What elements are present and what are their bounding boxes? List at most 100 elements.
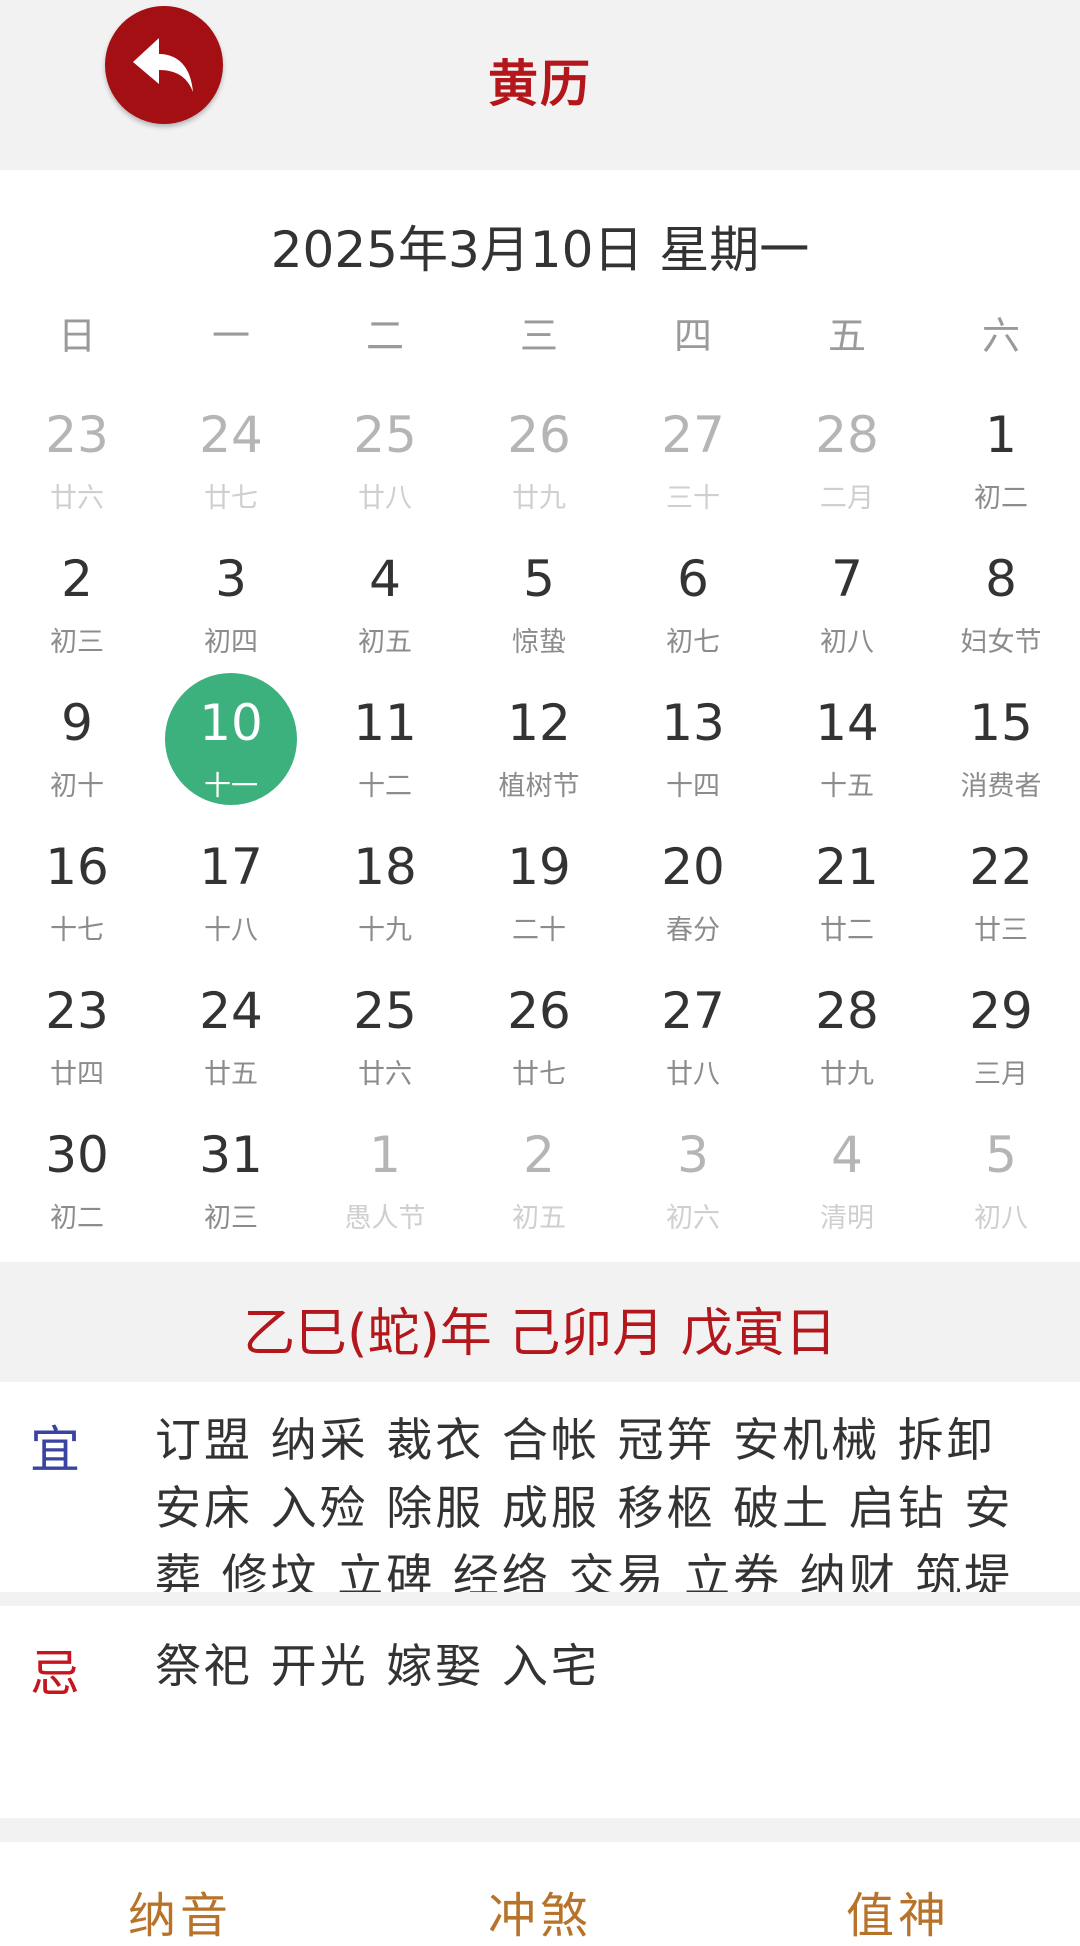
calendar-day[interactable]: 1 愚人节 — [308, 1100, 462, 1244]
day-number: 16 — [45, 838, 109, 896]
lunar-label: 愚人节 — [344, 1203, 426, 1234]
day-number: 25 — [353, 982, 417, 1040]
calendar-day[interactable]: 3 初四 — [154, 524, 308, 668]
lunar-label: 廿四 — [50, 1059, 104, 1090]
day-number: 12 — [507, 694, 571, 752]
calendar-day[interactable]: 24 廿五 — [154, 956, 308, 1100]
lunar-label: 十七 — [50, 915, 104, 946]
tab-zhishen[interactable]: 值神 — [846, 1876, 950, 1946]
lunar-label: 十四 — [666, 771, 720, 802]
calendar-day[interactable]: 4 清明 — [770, 1100, 924, 1244]
yi-activities: 订盟 纳采 裁衣 合帐 冠笄 安机械 拆卸 安床 入殓 除服 成服 移柩 破土 … — [155, 1413, 1014, 1592]
calendar-day[interactable]: 29 三月 — [924, 956, 1078, 1100]
calendar-day[interactable]: 3 初六 — [616, 1100, 770, 1244]
calendar-day[interactable]: 5 初八 — [924, 1100, 1078, 1244]
lunar-label: 廿五 — [204, 1059, 258, 1090]
calendar-day[interactable]: 5 惊蛰 — [462, 524, 616, 668]
weekday-label: 日 — [57, 314, 96, 358]
lunar-label: 初三 — [50, 627, 104, 658]
calendar-day[interactable]: 17 十八 — [154, 812, 308, 956]
lunar-label: 初四 — [204, 627, 258, 658]
day-number: 3 — [215, 550, 247, 608]
calendar-day[interactable]: 7 初八 — [770, 524, 924, 668]
day-number: 4 — [831, 1126, 863, 1184]
day-number: 3 — [677, 1126, 709, 1184]
lunar-label: 初三 — [204, 1203, 258, 1234]
calendar-day[interactable]: 20 春分 — [616, 812, 770, 956]
calendar-day[interactable]: 26 廿七 — [462, 956, 616, 1100]
day-number: 22 — [969, 838, 1033, 896]
calendar-day[interactable]: 9 初十 — [0, 668, 154, 812]
calendar-day[interactable]: 23 廿四 — [0, 956, 154, 1100]
calendar-week-row: 30 初二 31 初三 1 愚人节 2 初五 3 初六 4 清明 5 初八 — [0, 1100, 1080, 1244]
lunar-label: 初五 — [358, 627, 412, 658]
calendar-day[interactable]: 8 妇女节 — [924, 524, 1078, 668]
day-number: 7 — [831, 550, 863, 608]
calendar-day[interactable]: 31 初三 — [154, 1100, 308, 1244]
divider — [0, 1818, 1080, 1842]
calendar-day[interactable]: 27 廿八 — [616, 956, 770, 1100]
lunar-label: 三月 — [974, 1059, 1028, 1090]
header-bar: 黄历 — [0, 0, 1080, 170]
calendar-day[interactable]: 13 十四 — [616, 668, 770, 812]
calendar-day[interactable]: 15 消费者 — [924, 668, 1078, 812]
day-number: 23 — [45, 406, 109, 464]
day-number: 9 — [61, 694, 93, 752]
ji-label: 忌 — [30, 1645, 80, 1703]
calendar-day[interactable]: 6 初七 — [616, 524, 770, 668]
weekday-label: 一 — [211, 314, 250, 358]
lunar-label: 廿二 — [820, 915, 874, 946]
lunar-label: 廿九 — [820, 1059, 874, 1090]
calendar-day[interactable]: 2 初三 — [0, 524, 154, 668]
day-number: 6 — [677, 550, 709, 608]
tab-nayin[interactable]: 纳音 — [128, 1876, 232, 1946]
calendar-day[interactable]: 11 十二 — [308, 668, 462, 812]
day-number: 19 — [507, 838, 571, 896]
calendar-day[interactable]: 4 初五 — [308, 524, 462, 668]
lunar-label: 十二 — [358, 771, 412, 802]
day-number: 29 — [969, 982, 1033, 1040]
calendar-day[interactable]: 24 廿七 — [154, 380, 308, 524]
lunar-label: 十一 — [204, 771, 258, 802]
calendar-day[interactable]: 14 十五 — [770, 668, 924, 812]
calendar-day[interactable]: 27 三十 — [616, 380, 770, 524]
lunar-label: 廿八 — [666, 1059, 720, 1090]
lunar-label: 初二 — [50, 1203, 104, 1234]
calendar-day[interactable]: 28 二月 — [770, 380, 924, 524]
calendar-day[interactable]: 21 廿二 — [770, 812, 924, 956]
lunar-label: 消费者 — [960, 771, 1042, 802]
tab-chongsha[interactable]: 冲煞 — [488, 1876, 592, 1946]
calendar-day[interactable]: 19 二十 — [462, 812, 616, 956]
calendar-day[interactable]: 26 廿九 — [462, 380, 616, 524]
day-number: 20 — [661, 838, 725, 896]
calendar-week-row: 16 十七 17 十八 18 十九 19 二十 20 春分 21 廿二 22 廿三 — [0, 812, 1080, 956]
selected-date: 2025年3月10日 星期一 — [270, 221, 810, 279]
weekday-label: 四 — [673, 314, 712, 358]
calendar-day[interactable]: 2 初五 — [462, 1100, 616, 1244]
calendar-day[interactable]: 25 廿六 — [308, 956, 462, 1100]
lunar-label: 廿七 — [512, 1059, 566, 1090]
day-number: 4 — [369, 550, 401, 608]
ganzhi-bar: 乙巳(蛇)年 己卯月 戊寅日 — [0, 1262, 1080, 1382]
day-number: 1 — [985, 406, 1017, 464]
weekday-label: 六 — [981, 314, 1020, 358]
day-number: 13 — [661, 694, 725, 752]
calendar-week-row: 9 初十 10 十一 11 十二 12 植树节 13 十四 14 十五 15 消费者 — [0, 668, 1080, 812]
calendar-day[interactable]: 1 初二 — [924, 380, 1078, 524]
lunar-label: 春分 — [666, 915, 720, 946]
calendar-day[interactable]: 30 初二 — [0, 1100, 154, 1244]
lunar-label: 初六 — [666, 1203, 720, 1234]
lunar-label: 廿三 — [974, 915, 1028, 946]
calendar-day[interactable]: 18 十九 — [308, 812, 462, 956]
calendar-day[interactable]: 23 廿六 — [0, 380, 154, 524]
lunar-label: 初七 — [666, 627, 720, 658]
calendar-day[interactable]: 12 植树节 — [462, 668, 616, 812]
calendar-day[interactable]: 22 廿三 — [924, 812, 1078, 956]
calendar-week-row: 23 廿四 24 廿五 25 廿六 26 廿七 27 廿八 28 廿九 29 三月 — [0, 956, 1080, 1100]
calendar-day[interactable]: 28 廿九 — [770, 956, 924, 1100]
calendar-day-selected[interactable]: 10 十一 — [154, 668, 308, 812]
day-number: 18 — [353, 838, 417, 896]
calendar-day[interactable]: 16 十七 — [0, 812, 154, 956]
weekday-label: 二 — [365, 314, 404, 358]
calendar-day[interactable]: 25 廿八 — [308, 380, 462, 524]
